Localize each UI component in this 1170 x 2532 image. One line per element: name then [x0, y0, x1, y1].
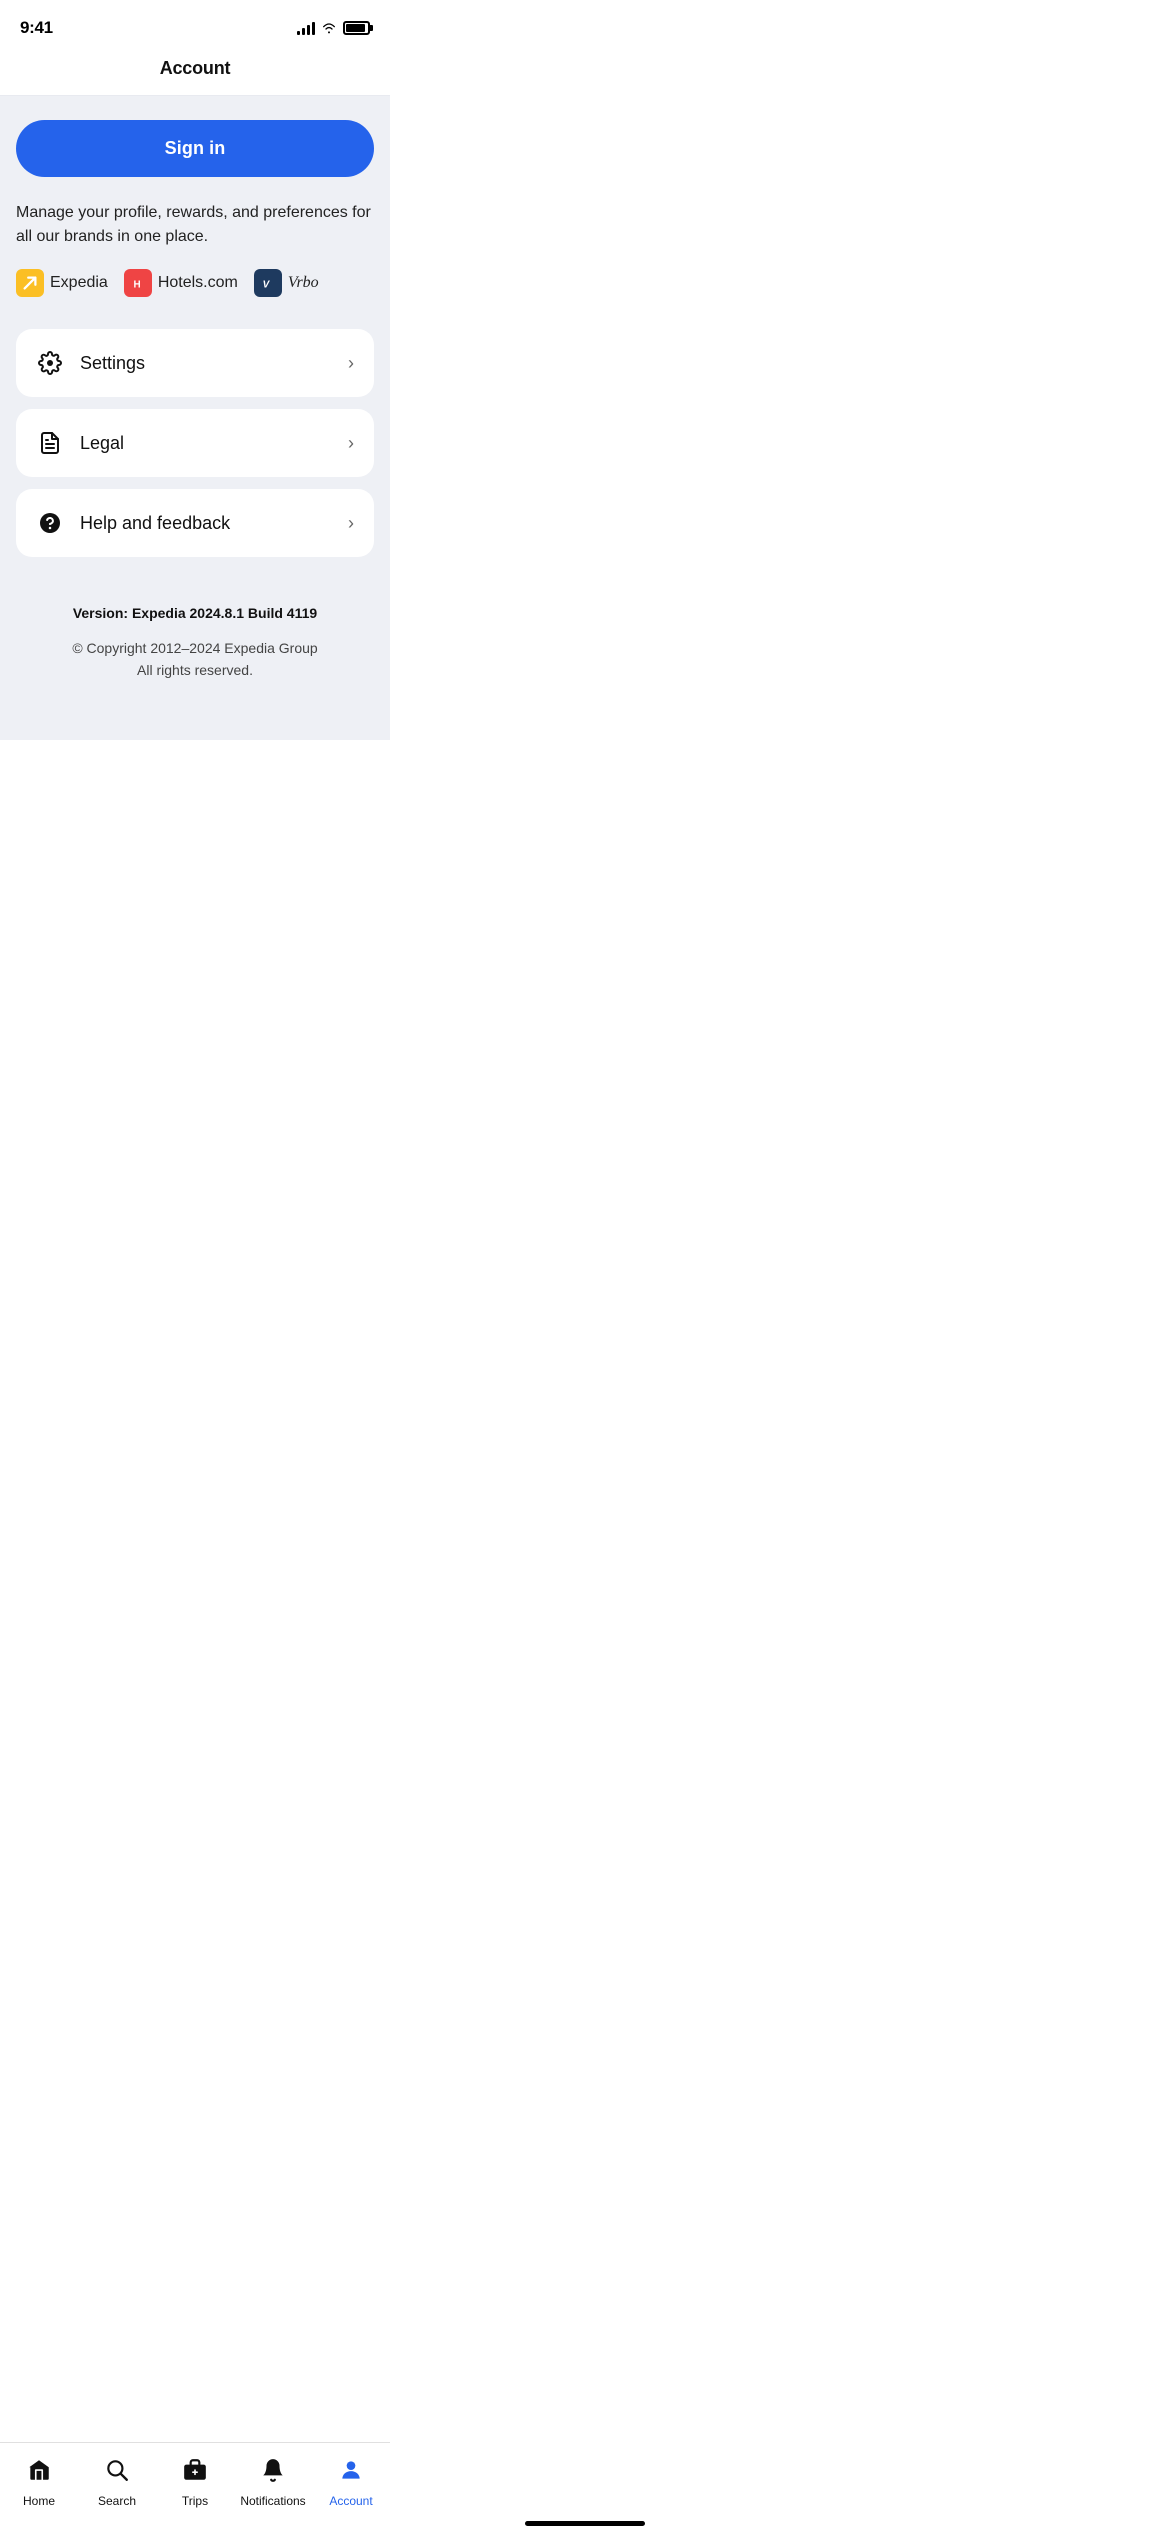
trips-icon: [182, 2457, 208, 2490]
hotels-label: Hotels.com: [158, 274, 238, 292]
hotels-logo: H: [124, 269, 152, 297]
version-section: Version: Expedia 2024.8.1 Build 4119 © C…: [16, 605, 374, 682]
brands-row: Expedia H Hotels.com V Vrbo: [16, 269, 374, 297]
help-chevron: ›: [348, 513, 354, 534]
expedia-logo: [16, 269, 44, 297]
nav-notifications[interactable]: Notifications: [234, 2457, 312, 2508]
home-icon: [26, 2457, 52, 2490]
home-indicator: [525, 2521, 645, 2526]
nav-account-label: Account: [329, 2494, 372, 2508]
settings-icon: [36, 349, 64, 377]
brand-vrbo: V Vrbo: [254, 269, 319, 297]
settings-item-left: Settings: [36, 349, 145, 377]
help-menu-item[interactable]: Help and feedback ›: [16, 489, 374, 557]
signal-icon: [297, 21, 315, 35]
status-icons: [297, 21, 370, 35]
status-time: 9:41: [20, 18, 53, 38]
notifications-icon: [260, 2457, 286, 2490]
signin-button[interactable]: Sign in: [16, 120, 374, 177]
page-header: Account: [0, 50, 390, 96]
nav-search-label: Search: [98, 2494, 136, 2508]
legal-item-left: Legal: [36, 429, 124, 457]
status-bar: 9:41: [0, 0, 390, 50]
help-icon: [36, 509, 64, 537]
vrbo-logo: V: [254, 269, 282, 297]
nav-trips-label: Trips: [182, 2494, 208, 2508]
main-content: Sign in Manage your profile, rewards, an…: [0, 96, 390, 740]
help-item-left: Help and feedback: [36, 509, 230, 537]
account-icon: [338, 2457, 364, 2490]
nav-notifications-label: Notifications: [240, 2494, 305, 2508]
legal-icon: [36, 429, 64, 457]
nav-trips[interactable]: Trips: [156, 2457, 234, 2508]
nav-home-label: Home: [23, 2494, 55, 2508]
bottom-nav: Home Search Trips Notif: [0, 2442, 390, 2532]
version-text: Version: Expedia 2024.8.1 Build 4119: [32, 605, 358, 621]
nav-home[interactable]: Home: [0, 2457, 78, 2508]
search-icon: [104, 2457, 130, 2490]
copyright-text: © Copyright 2012–2024 Expedia GroupAll r…: [32, 637, 358, 682]
menu-list: Settings › Legal ›: [16, 329, 374, 557]
settings-menu-item[interactable]: Settings ›: [16, 329, 374, 397]
legal-label: Legal: [80, 433, 124, 454]
description-text: Manage your profile, rewards, and prefer…: [16, 201, 374, 249]
svg-text:H: H: [133, 280, 140, 291]
help-label: Help and feedback: [80, 513, 230, 534]
wifi-icon: [321, 22, 337, 34]
vrbo-label: Vrbo: [288, 274, 319, 292]
nav-search[interactable]: Search: [78, 2457, 156, 2508]
legal-chevron: ›: [348, 433, 354, 454]
settings-chevron: ›: [348, 353, 354, 374]
brand-expedia: Expedia: [16, 269, 108, 297]
settings-label: Settings: [80, 353, 145, 374]
nav-account[interactable]: Account: [312, 2457, 390, 2508]
brand-hotels: H Hotels.com: [124, 269, 238, 297]
legal-menu-item[interactable]: Legal ›: [16, 409, 374, 477]
page-title: Account: [160, 58, 231, 78]
battery-icon: [343, 21, 370, 35]
expedia-label: Expedia: [50, 274, 108, 292]
